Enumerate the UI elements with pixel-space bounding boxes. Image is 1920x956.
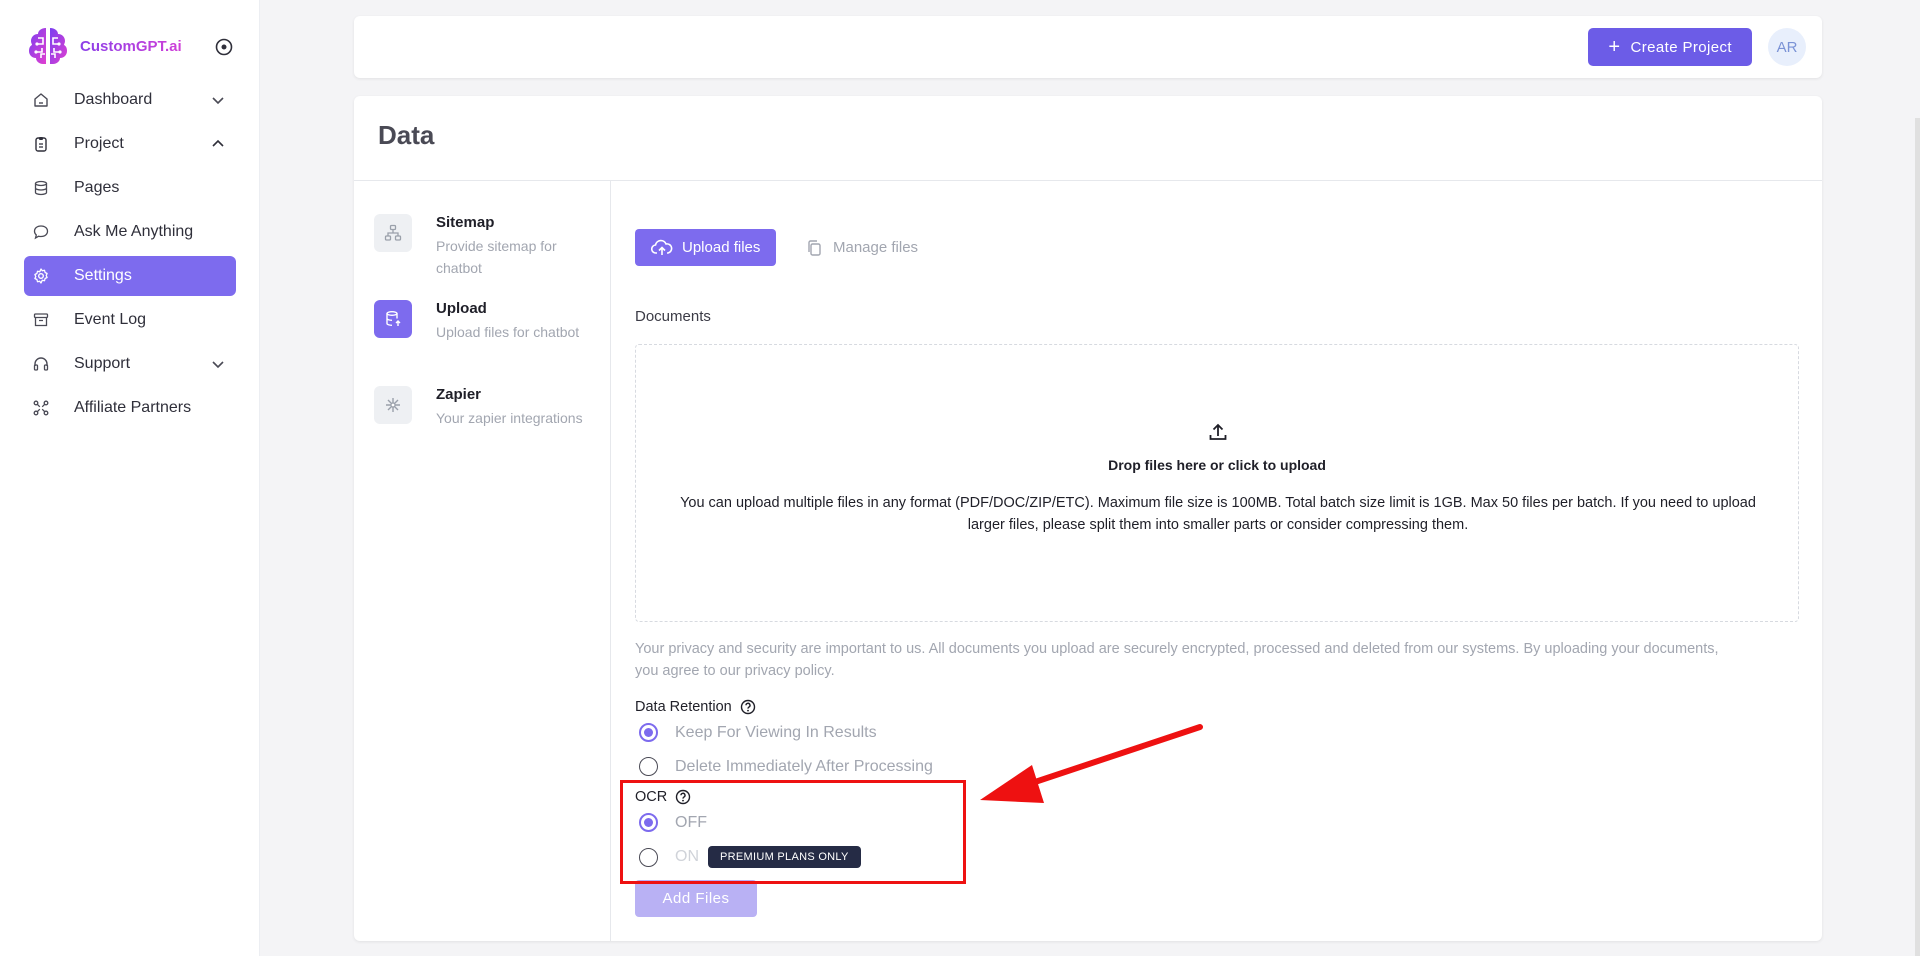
- radio-label: Keep For Viewing In Results: [675, 723, 877, 741]
- sidebar-nav: Dashboard Project Pages Ask Me Anything …: [24, 80, 236, 432]
- sidebar: CustomGPT.ai Dashboard Project Pages Ask…: [0, 0, 260, 956]
- dropzone-description: You can upload multiple files in any for…: [680, 495, 1756, 533]
- database-icon: [32, 179, 50, 197]
- headset-icon: [32, 355, 50, 373]
- radio-label: Delete Immediately After Processing: [675, 757, 933, 775]
- tab-label: Upload files: [682, 239, 761, 256]
- step-desc: Provide sitemap for chatbot: [436, 238, 557, 276]
- documents-label: Documents: [635, 308, 711, 325]
- chat-bubble-icon: [32, 223, 50, 241]
- tab-manage-files[interactable]: Manage files: [805, 229, 918, 266]
- radio-button[interactable]: [639, 757, 658, 776]
- step-desc: Your zapier integrations: [436, 410, 583, 426]
- divider: [610, 181, 611, 941]
- archive-icon: [32, 311, 50, 329]
- chevron-down-icon[interactable]: [210, 356, 226, 372]
- sidebar-item-label: Support: [74, 355, 131, 372]
- tab-upload-files[interactable]: Upload files: [635, 229, 777, 266]
- top-header: + Create Project AR: [354, 16, 1822, 78]
- sitemap-icon: [374, 214, 412, 252]
- step-sitemap[interactable]: Sitemap Provide sitemap for chatbot: [374, 214, 604, 279]
- brain-logo-icon: [29, 28, 67, 64]
- avatar[interactable]: AR: [1768, 28, 1806, 66]
- annotation-arrow-icon: [980, 724, 1203, 803]
- help-icon[interactable]: [740, 699, 756, 715]
- sidebar-item-label: Dashboard: [74, 91, 153, 108]
- sidebar-item-support[interactable]: Support: [24, 344, 236, 384]
- step-title: Sitemap: [436, 214, 495, 231]
- sidebar-item-dashboard[interactable]: Dashboard: [24, 80, 236, 120]
- scrollbar[interactable]: [1915, 118, 1920, 956]
- copy-files-icon: [805, 239, 823, 257]
- brand-name: CustomGPT.ai: [80, 37, 182, 55]
- home-icon: [32, 91, 50, 109]
- privacy-notice: Your privacy and security are important …: [635, 641, 1719, 679]
- brand[interactable]: CustomGPT.ai: [24, 22, 182, 70]
- target-toggle-icon[interactable]: [214, 37, 234, 57]
- sidebar-item-affiliate-partners[interactable]: Affiliate Partners: [24, 388, 236, 428]
- step-zapier[interactable]: Zapier Your zapier integrations: [374, 386, 604, 429]
- asterisk-icon: [374, 386, 412, 424]
- add-files-button[interactable]: Add Files: [635, 880, 757, 917]
- sidebar-item-ask-me-anything[interactable]: Ask Me Anything: [24, 212, 236, 252]
- cloud-upload-icon: [651, 239, 673, 257]
- clipboard-icon: [32, 135, 50, 153]
- step-desc: Upload files for chatbot: [436, 324, 580, 340]
- sidebar-item-pages[interactable]: Pages: [24, 168, 236, 208]
- sidebar-item-project[interactable]: Project: [24, 124, 236, 164]
- create-project-label: Create Project: [1630, 38, 1732, 56]
- chevron-down-icon[interactable]: [210, 92, 226, 108]
- radio-button[interactable]: [639, 723, 658, 742]
- sidebar-item-settings[interactable]: Settings: [24, 256, 236, 296]
- sidebar-item-label: Event Log: [74, 311, 147, 328]
- sidebar-item-label: Settings: [74, 267, 132, 284]
- step-title: Zapier: [436, 386, 482, 403]
- sidebar-item-event-log[interactable]: Event Log: [24, 300, 236, 340]
- network-icon: [32, 399, 50, 417]
- step-upload[interactable]: Upload Upload files for chatbot: [374, 300, 604, 343]
- plus-icon: +: [1608, 36, 1621, 58]
- create-project-button[interactable]: + Create Project: [1588, 28, 1752, 66]
- upload-icon: [1209, 423, 1227, 440]
- sidebar-item-label: Affiliate Partners: [74, 399, 192, 416]
- tab-label: Manage files: [833, 239, 919, 256]
- chevron-up-icon[interactable]: [210, 136, 226, 152]
- database-upload-icon: [374, 300, 412, 338]
- sidebar-item-label: Pages: [74, 179, 120, 196]
- dropzone-title: Drop files here or click to upload: [1108, 457, 1326, 473]
- page-title: Data: [378, 120, 435, 150]
- data-retention-label: Data Retention: [635, 699, 756, 715]
- field-label-text: Data Retention: [635, 699, 732, 715]
- file-dropzone[interactable]: Drop files here or click to upload You c…: [635, 344, 1799, 622]
- sidebar-item-label: Ask Me Anything: [74, 223, 194, 240]
- retention-option-keep[interactable]: Keep For Viewing In Results: [639, 723, 877, 742]
- data-card: Data Sitemap Provide sitemap for chatbot…: [354, 96, 1822, 941]
- step-title: Upload: [436, 300, 487, 317]
- retention-option-delete[interactable]: Delete Immediately After Processing: [639, 757, 933, 776]
- annotation-highlight-box: [620, 780, 966, 884]
- gear-icon: [32, 267, 50, 285]
- sidebar-item-label: Project: [74, 135, 124, 152]
